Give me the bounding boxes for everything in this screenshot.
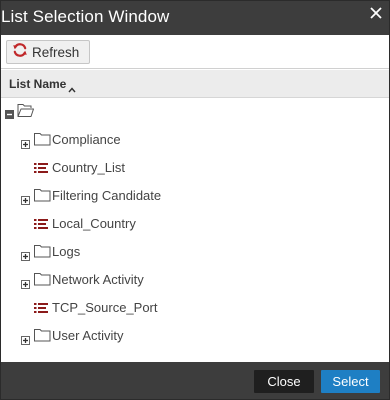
list-icon <box>34 161 48 179</box>
collapse-icon[interactable] <box>5 106 14 124</box>
expand-icon[interactable] <box>21 332 30 350</box>
dialog-footer: Close Select <box>1 362 389 399</box>
list-icon <box>34 301 48 319</box>
refresh-button[interactable]: Refresh <box>6 40 90 64</box>
folder-open-icon <box>17 103 35 123</box>
column-header-list-name[interactable]: List Name <box>1 70 389 98</box>
tree-item-label: Logs <box>52 244 81 259</box>
tree-item-label: Compliance <box>52 132 121 147</box>
list-selection-window: List Selection Window Refresh List Name <box>0 0 390 400</box>
tree-item-label: Country_List <box>52 160 125 175</box>
tree-item-filtering-candidate[interactable]: Filtering Candidate <box>1 186 389 206</box>
expand-icon[interactable] <box>21 136 30 154</box>
refresh-icon <box>12 42 32 63</box>
tree-item-compliance[interactable]: Compliance <box>1 130 389 150</box>
expand-icon[interactable] <box>21 248 30 266</box>
tree-item-label: User Activity <box>52 328 124 343</box>
folder-icon <box>34 244 51 263</box>
sort-ascending-icon <box>68 80 76 98</box>
refresh-label: Refresh <box>32 44 80 60</box>
list-tree: Compliance Country_List Filtering Candid… <box>1 98 389 362</box>
folder-icon <box>34 132 51 151</box>
tree-item-network-activity[interactable]: Network Activity <box>1 270 389 290</box>
column-header-label: List Name <box>9 77 67 91</box>
select-button[interactable]: Select <box>321 370 380 393</box>
tree-item-country-list[interactable]: Country_List <box>1 158 389 178</box>
tree-item-local-country[interactable]: Local_Country <box>1 214 389 234</box>
close-icon[interactable] <box>367 4 385 22</box>
window-title: List Selection Window <box>1 7 170 26</box>
tree-item-label: Filtering Candidate <box>52 188 162 203</box>
close-button[interactable]: Close <box>254 370 314 393</box>
tree-item-label: TCP_Source_Port <box>52 300 158 315</box>
tree-item-user-activity[interactable]: User Activity <box>1 326 389 346</box>
expand-icon[interactable] <box>21 192 30 210</box>
title-bar: List Selection Window <box>1 1 389 35</box>
tree-item-tcp-source-port[interactable]: TCP_Source_Port <box>1 298 389 318</box>
list-icon <box>34 217 48 235</box>
toolbar: Refresh <box>1 35 389 69</box>
expand-icon[interactable] <box>21 276 30 294</box>
tree-item-label: Network Activity <box>52 272 144 287</box>
folder-icon <box>34 188 51 207</box>
folder-icon <box>34 272 51 291</box>
tree-item-label: Local_Country <box>52 216 136 231</box>
folder-icon <box>34 328 51 347</box>
tree-item-logs[interactable]: Logs <box>1 242 389 262</box>
